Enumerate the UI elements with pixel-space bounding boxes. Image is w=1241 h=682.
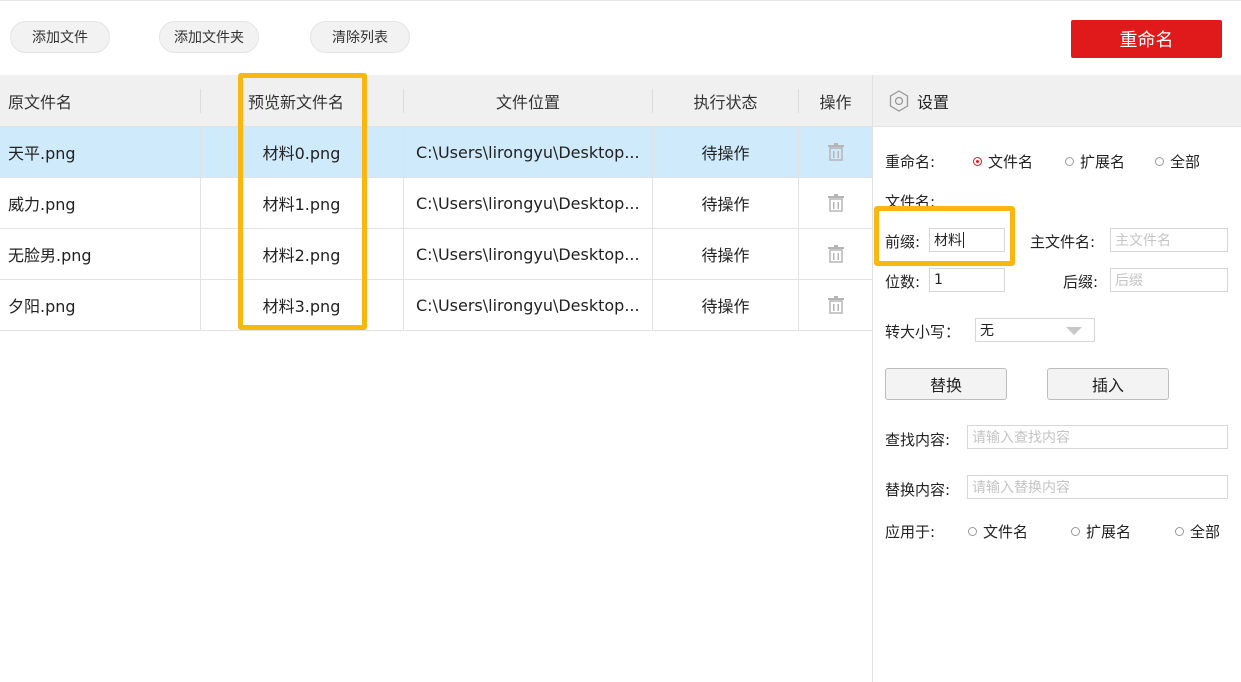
trash-icon[interactable]	[799, 178, 872, 228]
table-row[interactable]: 威力.png 材料1.png C:\Users\lirongyu\Desktop…	[0, 178, 872, 229]
cell-divider	[403, 229, 404, 279]
radio-label: 扩展名	[1086, 523, 1132, 541]
radio-apply-all[interactable]: 全部	[1175, 521, 1220, 542]
case-select-value: 无	[980, 323, 994, 339]
preview-column-highlight	[238, 73, 367, 330]
file-location: C:\Users\lirongyu\Desktop...	[416, 142, 640, 162]
add-folder-button[interactable]: 添加文件夹	[159, 21, 259, 53]
status-text: 待操作	[701, 297, 750, 316]
radio-icon	[1065, 157, 1074, 166]
gear-icon	[887, 89, 911, 113]
radio-icon	[968, 527, 977, 536]
column-status: 执行状态	[693, 93, 758, 112]
column-action: 操作	[819, 93, 852, 112]
cell-divider	[403, 178, 404, 228]
settings-title: 设置	[917, 92, 950, 112]
suffix-label: 后缀:	[1063, 273, 1099, 291]
rename-mode-label: 重命名:	[885, 153, 936, 171]
main-name-input[interactable]: 主文件名	[1110, 228, 1228, 252]
radio-apply-filename[interactable]: 文件名	[968, 521, 1028, 542]
suffix-input[interactable]: 后缀	[1110, 268, 1228, 292]
table-row[interactable]: 天平.png 材料0.png C:\Users\lirongyu\Desktop…	[0, 127, 872, 178]
status-text: 待操作	[701, 195, 750, 214]
rename-button[interactable]: 重命名	[1071, 20, 1222, 58]
digits-input[interactable]: 1	[929, 268, 1005, 292]
status-text: 待操作	[701, 144, 750, 163]
find-input[interactable]: 请输入查找内容	[967, 425, 1228, 449]
settings-header: 设置	[873, 75, 1241, 127]
table-row[interactable]: 夕阳.png 材料3.png C:\Users\lirongyu\Desktop…	[0, 280, 872, 331]
original-name: 天平.png	[8, 144, 76, 163]
trash-icon[interactable]	[799, 280, 872, 330]
find-label: 查找内容:	[885, 431, 951, 449]
clear-list-button[interactable]: 清除列表	[310, 21, 410, 53]
column-original-name: 原文件名	[8, 93, 73, 112]
case-select[interactable]: 无	[975, 318, 1095, 342]
table-row[interactable]: 无脸男.png 材料2.png C:\Users\lirongyu\Deskto…	[0, 229, 872, 280]
trash-icon[interactable]	[799, 229, 872, 279]
original-name: 夕阳.png	[8, 297, 76, 316]
apply-to-label: 应用于:	[885, 523, 936, 541]
replace-content-label: 替换内容:	[885, 481, 951, 499]
cell-divider	[403, 280, 404, 330]
file-location: C:\Users\lirongyu\Desktop...	[416, 244, 640, 264]
column-divider[interactable]	[200, 89, 201, 113]
toolbar: 添加文件 添加文件夹 清除列表 重命名	[0, 0, 1241, 75]
replace-content-input[interactable]: 请输入替换内容	[967, 475, 1228, 499]
file-location: C:\Users\lirongyu\Desktop...	[416, 295, 640, 315]
radio-label: 全部	[1170, 153, 1201, 171]
main-name-label: 主文件名:	[1030, 233, 1096, 251]
original-name: 威力.png	[8, 195, 76, 214]
trash-icon[interactable]	[799, 127, 872, 177]
chevron-down-icon	[1066, 327, 1082, 335]
column-location: 文件位置	[495, 93, 560, 112]
radio-label: 扩展名	[1080, 153, 1126, 171]
radio-icon	[1175, 527, 1184, 536]
radio-label: 文件名	[988, 153, 1034, 171]
add-file-button[interactable]: 添加文件	[10, 21, 110, 53]
radio-icon	[1155, 157, 1164, 166]
replace-button[interactable]: 替换	[885, 368, 1007, 400]
prefix-highlight	[874, 206, 1015, 266]
table-header: 原文件名 预览新文件名 文件位置 执行状态 操作	[0, 75, 872, 127]
insert-button[interactable]: 插入	[1047, 368, 1169, 400]
status-text: 待操作	[701, 246, 750, 265]
digits-label: 位数:	[885, 273, 921, 291]
case-label: 转大小写：	[885, 323, 961, 341]
file-location: C:\Users\lirongyu\Desktop...	[416, 193, 640, 213]
file-table: 原文件名 预览新文件名 文件位置 执行状态 操作 天平.png 材料0.png …	[0, 75, 872, 682]
cell-divider	[403, 127, 404, 177]
radio-icon	[1071, 527, 1080, 536]
radio-rename-extension[interactable]: 扩展名	[1065, 151, 1125, 172]
radio-apply-extension[interactable]: 扩展名	[1071, 521, 1131, 542]
radio-selected-icon	[973, 157, 982, 166]
radio-rename-filename[interactable]: 文件名	[973, 151, 1033, 172]
original-name: 无脸男.png	[8, 246, 92, 265]
radio-label: 全部	[1190, 523, 1221, 541]
settings-panel: 设置 重命名: 文件名 扩展名 全部 文件名: 前缀: 材料 主文件名: 主文件…	[872, 75, 1241, 682]
radio-rename-all[interactable]: 全部	[1155, 151, 1200, 172]
radio-label: 文件名	[983, 523, 1029, 541]
